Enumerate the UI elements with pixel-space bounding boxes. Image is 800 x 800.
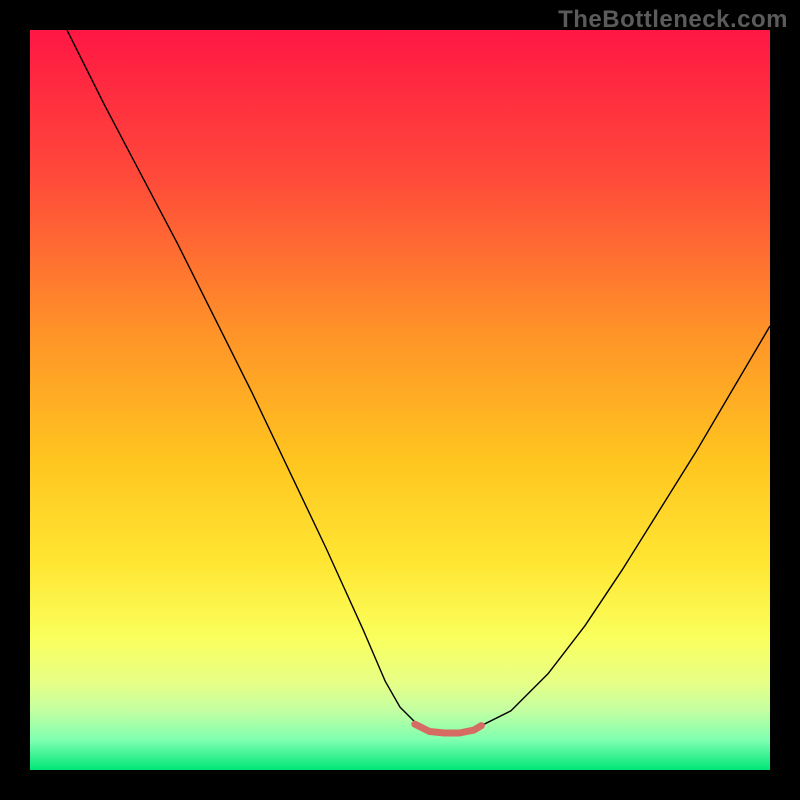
watermark-text: TheBottleneck.com	[558, 6, 788, 34]
bottleneck-chart	[30, 30, 770, 770]
chart-frame: TheBottleneck.com	[0, 0, 800, 800]
plot-area	[30, 30, 770, 770]
gradient-background	[30, 30, 770, 770]
